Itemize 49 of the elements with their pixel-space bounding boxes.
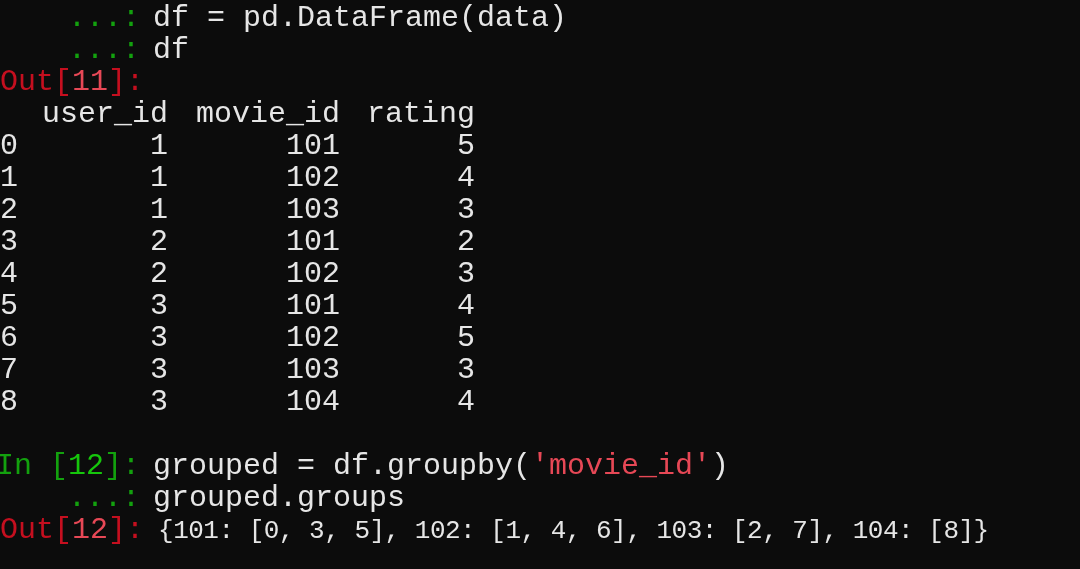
- table-cell-text: 1: [149, 130, 168, 162]
- row-index: 7: [0, 354, 19, 386]
- table-cell-text: 101: [285, 226, 340, 258]
- code-line: df = pd.DataFrame(data): [153, 2, 568, 34]
- table-cell-text: 3: [149, 386, 168, 418]
- row-index: 0: [0, 130, 19, 162]
- table-cell-text: 3: [456, 194, 475, 226]
- table-cell-text: 3: [149, 322, 168, 354]
- output-text: {101: [0, 3, 5], 102: [1, 4, 6], 103: [2, 7], 104: [8]}: [158, 515, 989, 547]
- table-cell-text: 1: [149, 162, 168, 194]
- column-header: user_id: [40, 98, 168, 130]
- row-index: 3: [0, 226, 19, 258]
- table-cell-text: 3: [456, 354, 475, 386]
- prompt-label: ...:: [67, 2, 140, 34]
- prompt-label: Out[11]:: [0, 66, 145, 98]
- prompt-label: ...:: [67, 482, 140, 514]
- table-cell-text: 4: [456, 386, 475, 418]
- table-cell-text: 103: [285, 194, 340, 226]
- row-index: 8: [0, 386, 19, 418]
- table-cell-text: 103: [285, 354, 340, 386]
- table-cell-text: 2: [149, 226, 168, 258]
- column-header: movie_id: [194, 98, 340, 130]
- code-line: df: [153, 34, 189, 66]
- table-cell-text: 104: [285, 386, 340, 418]
- table-cell-text: 101: [285, 290, 340, 322]
- table-cell-text: 2: [456, 226, 475, 258]
- prompt-label: Out[12]:: [0, 514, 145, 546]
- table-cell-text: 1: [149, 194, 168, 226]
- code-line: grouped = df.groupby('movie_id'): [153, 450, 730, 482]
- table-cell-text: 102: [285, 322, 340, 354]
- table-cell-text: 4: [456, 290, 475, 322]
- table-cell-text: 2: [149, 258, 168, 290]
- table-cell-text: 102: [285, 162, 340, 194]
- row-index: 5: [0, 290, 19, 322]
- table-cell-text: 5: [456, 130, 475, 162]
- column-header: rating: [365, 98, 475, 130]
- table-cell-text: 3: [149, 290, 168, 322]
- table-cell-text: 4: [456, 162, 475, 194]
- row-index: 2: [0, 194, 19, 226]
- table-cell-text: 101: [285, 130, 340, 162]
- prompt-label: ...:: [67, 34, 140, 66]
- table-cell-text: 3: [149, 354, 168, 386]
- table-cell-text: 102: [285, 258, 340, 290]
- table-cell-text: 5: [456, 322, 475, 354]
- row-index: 1: [0, 162, 19, 194]
- code-line: grouped.groups: [153, 482, 406, 514]
- table-cell-text: 3: [456, 258, 475, 290]
- row-index: 4: [0, 258, 19, 290]
- row-index: 6: [0, 322, 19, 354]
